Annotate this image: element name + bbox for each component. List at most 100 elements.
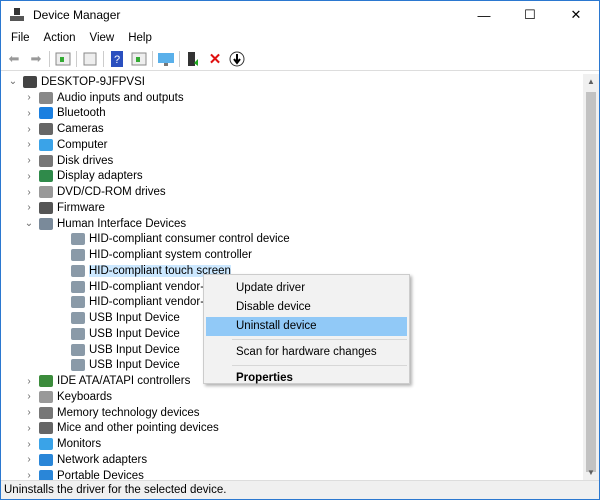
tree-category[interactable]: › Monitors [1, 436, 583, 452]
device-icon [39, 170, 53, 183]
device-icon [39, 107, 53, 120]
help-icon[interactable]: ? [108, 50, 126, 68]
device-icon [39, 138, 53, 151]
tree-item-label: Bluetooth [57, 107, 106, 120]
tree-item-label: IDE ATA/ATAPI controllers [57, 375, 191, 388]
tree-category[interactable]: › Portable Devices [1, 468, 583, 481]
tree-item-label: Human Interface Devices [57, 217, 187, 230]
update-driver-icon[interactable] [184, 50, 202, 68]
tree-category[interactable]: › Computer [1, 137, 583, 153]
device-icon [71, 233, 85, 246]
device-icon [39, 406, 53, 419]
tree-category[interactable]: › Memory technology devices [1, 405, 583, 421]
device-icon [71, 264, 85, 277]
tree-item-label: HID-compliant consumer control device [89, 233, 290, 246]
device-icon [39, 453, 53, 466]
menu-item-update-driver[interactable]: Update driver [206, 279, 407, 298]
menu-help[interactable]: Help [121, 32, 159, 44]
chevron-right-icon[interactable]: › [23, 171, 35, 182]
tree-item-label: Mice and other pointing devices [57, 422, 219, 435]
back-icon[interactable]: ⬅ [5, 50, 23, 68]
chevron-right-icon[interactable]: › [23, 376, 35, 387]
menu-separator [232, 339, 407, 340]
tree-category[interactable]: › Network adapters [1, 452, 583, 468]
tree-category[interactable]: › Display adapters [1, 169, 583, 185]
title-bar: Device Manager — ☐ ✕ [1, 1, 599, 29]
tree-item-label: Disk drives [57, 154, 114, 167]
chevron-right-icon[interactable]: › [23, 139, 35, 150]
chevron-right-icon[interactable]: › [23, 155, 35, 166]
menu-view[interactable]: View [83, 32, 122, 44]
menu-action[interactable]: Action [37, 32, 83, 44]
tree-device[interactable]: HID-compliant system controller [1, 247, 583, 263]
properties-icon[interactable] [81, 50, 99, 68]
vertical-scrollbar[interactable]: ▲ ▼ [583, 74, 599, 481]
device-icon [39, 201, 53, 214]
scan-monitor-icon[interactable] [157, 50, 175, 68]
tree-item-label: Monitors [57, 438, 102, 451]
tree-category[interactable]: › Firmware [1, 200, 583, 216]
tree-item-label: USB Input Device [89, 359, 180, 372]
chevron-right-icon[interactable]: › [23, 454, 35, 465]
tree-category[interactable]: › Cameras [1, 121, 583, 137]
chevron-down-icon[interactable]: ⌄ [7, 76, 19, 87]
chevron-right-icon[interactable]: › [23, 423, 35, 434]
menu-separator [232, 365, 407, 366]
menu-file[interactable]: File [4, 32, 37, 44]
device-icon [39, 186, 53, 199]
svg-text:?: ? [114, 54, 120, 66]
menu-item-disable-device[interactable]: Disable device [206, 298, 407, 317]
device-manager-icon [9, 8, 25, 22]
device-icon [39, 91, 53, 104]
chevron-right-icon[interactable]: › [23, 439, 35, 450]
maximize-button[interactable]: ☐ [507, 1, 553, 29]
tree-category[interactable]: › Mice and other pointing devices [1, 421, 583, 437]
tree-device[interactable]: HID-compliant consumer control device [1, 232, 583, 248]
show-hide-console-tree-icon[interactable] [54, 50, 72, 68]
device-icon [71, 359, 85, 372]
device-icon [39, 154, 53, 167]
chevron-down-icon[interactable]: ⌄ [23, 218, 35, 229]
tree-category[interactable]: › Audio inputs and outputs [1, 90, 583, 106]
uninstall-x-icon[interactable]: ✕ [206, 50, 224, 68]
chevron-right-icon[interactable]: › [23, 202, 35, 213]
chevron-right-icon[interactable]: › [23, 407, 35, 418]
minimize-button[interactable]: — [461, 1, 507, 29]
chevron-right-icon[interactable]: › [23, 187, 35, 198]
tree-category[interactable]: › Bluetooth [1, 106, 583, 122]
scroll-thumb[interactable] [586, 92, 596, 472]
tree-category[interactable]: › Disk drives [1, 153, 583, 169]
tree-category[interactable]: › Keyboards [1, 389, 583, 405]
tree-item-label: USB Input Device [89, 312, 180, 325]
forward-icon[interactable]: ➡ [27, 50, 45, 68]
toolbar: ⬅ ➡ ? ✕ [1, 47, 599, 71]
tree-category[interactable]: › DVD/CD-ROM drives [1, 184, 583, 200]
window-title: Device Manager [33, 8, 121, 22]
scroll-up-arrow[interactable]: ▲ [583, 74, 599, 90]
chevron-right-icon[interactable]: › [23, 124, 35, 135]
menu-bar: File Action View Help [1, 29, 599, 47]
tree-item-label: USB Input Device [89, 327, 180, 340]
menu-item-scan-hardware[interactable]: Scan for hardware changes [206, 343, 407, 362]
menu-item-uninstall-device[interactable]: Uninstall device [206, 317, 407, 336]
tree-item-label: Display adapters [57, 170, 143, 183]
tree-item-label: HID-compliant system controller [89, 249, 252, 262]
menu-item-properties[interactable]: Properties [206, 369, 407, 388]
device-icon [39, 422, 53, 435]
disable-down-icon[interactable] [228, 50, 246, 68]
tree-item-label: Memory technology devices [57, 406, 200, 419]
scroll-down-arrow[interactable]: ▼ [583, 465, 599, 481]
tree-item-label: Network adapters [57, 453, 148, 466]
tree-category[interactable]: ⌄ Human Interface Devices [1, 216, 583, 232]
device-icon [39, 375, 53, 388]
tree-root[interactable]: ⌄ DESKTOP-9JFPVSI [1, 74, 583, 90]
device-icon [39, 123, 53, 136]
action-pane-icon[interactable] [130, 50, 148, 68]
chevron-right-icon[interactable]: › [23, 92, 35, 103]
close-button[interactable]: ✕ [553, 1, 599, 29]
chevron-right-icon[interactable]: › [23, 108, 35, 119]
chevron-right-icon[interactable]: › [23, 391, 35, 402]
tree-item-label: Computer [57, 138, 108, 151]
status-bar: Uninstalls the driver for the selected d… [1, 480, 599, 499]
device-icon [39, 217, 53, 230]
